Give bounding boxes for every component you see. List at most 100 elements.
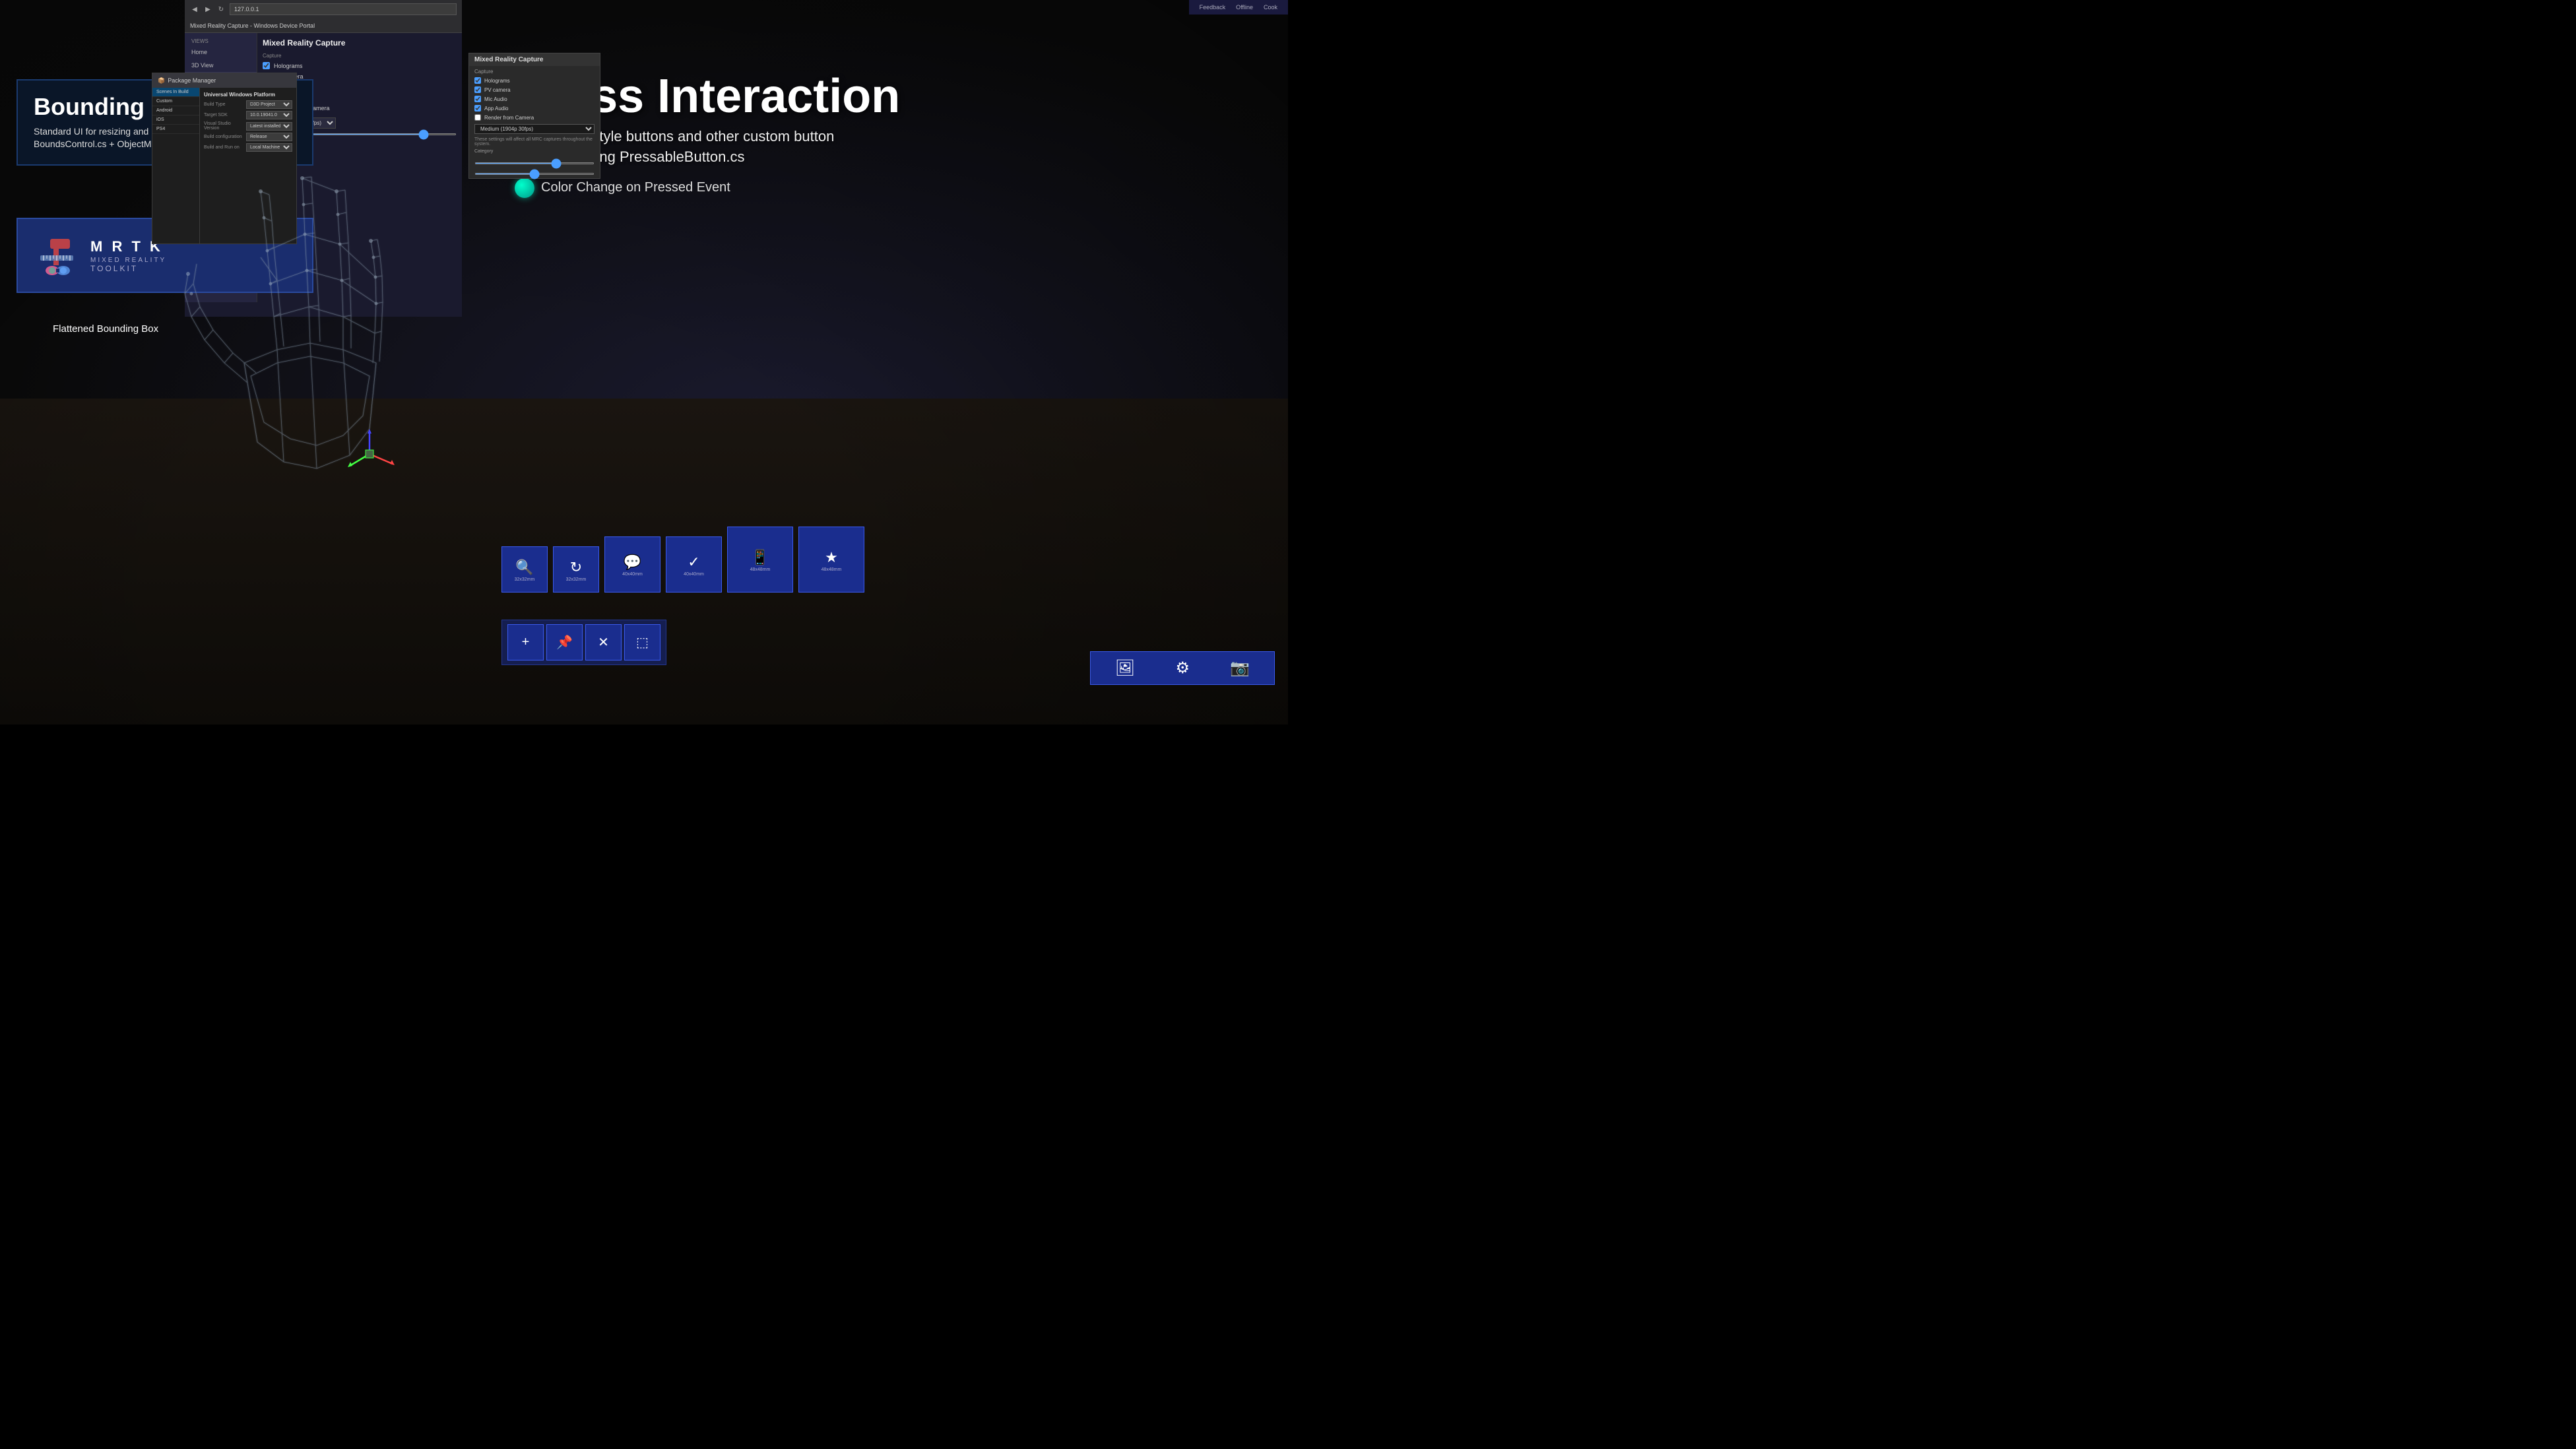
pm-sdk-select[interactable]: 10.0.19041.0 (246, 111, 292, 119)
mrc-pv-row: PV camera (469, 85, 600, 94)
mrc-slider-2 (469, 168, 600, 178)
mrc-slider-1 (469, 157, 600, 168)
holo-btn-star-48[interactable]: ★ 48x48mm (798, 527, 864, 593)
pm-content-area: Scenes In Build Custom Android iOS PS4 U… (152, 88, 296, 243)
btn-48-star-label: 48x48mm (821, 567, 842, 572)
browser-tab[interactable]: Mixed Reality Capture - Windows Device P… (185, 18, 462, 33)
chat-icon: 💬 (624, 554, 641, 571)
dp-hologram-row: Holograms (263, 62, 457, 69)
mrc-floating-panel: Mixed Reality Capture Capture Holograms … (468, 53, 600, 179)
mrc-render-row: Render from Camera (469, 113, 600, 122)
rbp-top-row: 🖼 ⚙ 📷 (1097, 659, 1268, 678)
mrc-app-audio-row: App Audio (469, 104, 600, 113)
holo-btn-phone-48[interactable]: 📱 48x48mm (727, 527, 793, 593)
package-manager-panel: 📦 Package Manager Scenes In Build Custom… (152, 73, 297, 244)
press-interaction-title: Press Interaction (515, 73, 1288, 120)
pm-sdk-row: Target SDK 10.0.19041.0 (204, 111, 292, 119)
mrc-mic-row: Mic Audio (469, 94, 600, 104)
holo-btn-chat-40[interactable]: 💬 40x40mm (604, 536, 660, 593)
pm-sidebar: Scenes In Build Custom Android iOS PS4 (152, 88, 200, 243)
browser-bar: ◀ ▶ ↻ (185, 0, 462, 18)
flattened-bounding-box-label: Flattened Bounding Box (53, 323, 158, 335)
gallery-icon: 🖼 (1115, 659, 1135, 678)
mrc-render-checkbox[interactable] (474, 114, 481, 121)
mrc-hologram-slider[interactable] (474, 173, 595, 175)
dp-hologram-checkbox[interactable] (263, 62, 270, 69)
axes-svg (343, 428, 396, 480)
color-change-label: Color Change on Pressed Event (541, 180, 730, 195)
mrc-panel-title: Mixed Reality Capture (469, 53, 600, 66)
toolbar-window-button[interactable]: ⬚ (624, 624, 660, 660)
pin-icon: 📌 (556, 634, 573, 651)
holo-btn-refresh-32[interactable]: ↻ 32x32mm (553, 546, 599, 593)
mrc-settings-note: These settings will affect all MRC captu… (469, 136, 600, 148)
dp-mrc-title: Mixed Reality Capture (263, 38, 457, 48)
add-icon: + (522, 635, 530, 650)
offline-indicator: Offline (1236, 4, 1253, 11)
pm-ps4-item[interactable]: PS4 (152, 125, 199, 134)
dp-3dview-item[interactable]: 3D View (185, 59, 257, 72)
pm-android-item[interactable]: Android (152, 106, 199, 115)
pm-detail-area: Universal Windows Platform Build Type D3… (200, 88, 296, 243)
holo-button-grid: 🔍 32x32mm ↻ 32x32mm 💬 40x40mm ✓ 40x40mm … (501, 527, 864, 593)
holo-btn-check-40[interactable]: ✓ 40x40mm (666, 536, 722, 593)
mrc-pv-checkbox[interactable] (474, 86, 481, 93)
dp-section-capture: Capture (263, 53, 457, 59)
pm-detail-title: Universal Windows Platform (204, 92, 292, 98)
btn-48-phone-label: 48x48mm (750, 567, 771, 572)
pm-build-config-row: Build configuration Release (204, 133, 292, 141)
mrtk-logo-icon (34, 232, 80, 278)
coordinate-axes (343, 428, 396, 480)
browser-forward-button[interactable]: ▶ (203, 5, 212, 14)
mrtk-full-name-line1: MIXED REALITY (90, 257, 166, 264)
mrc-hologram-row: Holograms (469, 76, 600, 85)
press-interaction-area: Press Interaction HoloLens 2 style butto… (515, 73, 1288, 198)
cook-indicator: Cook (1264, 4, 1277, 11)
camera-icon: 📷 (1230, 659, 1250, 678)
mrc-hologram-checkbox[interactable] (474, 77, 481, 84)
browser-back-button[interactable]: ◀ (190, 5, 199, 14)
pm-title-bar: 📦 Package Manager (152, 73, 296, 88)
mrc-mic-checkbox[interactable] (474, 96, 481, 102)
pm-build-run-row: Build and Run on Local Machine (204, 143, 292, 152)
dp-home-item[interactable]: Home (185, 46, 257, 59)
color-change-row: Color Change on Pressed Event (515, 178, 1288, 198)
holo-btn-search-32[interactable]: 🔍 32x32mm (501, 546, 548, 593)
pm-custom-item[interactable]: Custom (152, 97, 199, 106)
pm-build-config-select[interactable]: Release (246, 133, 292, 141)
btn-40-chat-label: 40x40mm (622, 572, 643, 577)
right-bottom-panel: 🖼 ⚙ 📷 (1090, 651, 1275, 685)
dp-opacity-slider[interactable] (309, 133, 457, 135)
pm-build-type-select[interactable]: D3D Project (246, 100, 292, 109)
pm-build-type-row: Build Type D3D Project (204, 100, 292, 109)
toolbar-pin-button[interactable]: 📌 (546, 624, 583, 660)
btn-32-search-label: 32x32mm (515, 577, 535, 582)
toolbar-add-button[interactable]: + (507, 624, 544, 660)
bottom-toolbar: + 📌 ✕ ⬚ (501, 620, 666, 665)
search-icon: 🔍 (515, 559, 533, 576)
pm-ios-item[interactable]: iOS (152, 115, 199, 125)
mrc-capture-section: Capture (469, 66, 600, 76)
mrc-opacity-slider[interactable] (474, 162, 595, 164)
mrc-resolution-select[interactable]: Medium (1904p 30fps) (474, 124, 595, 134)
mrc-resolution-area: Medium (1904p 30fps) (469, 122, 600, 136)
dp-views-section: Views (185, 36, 257, 46)
pm-build-run-select[interactable]: Local Machine (246, 143, 292, 152)
btn-32-refresh-label: 32x32mm (566, 577, 587, 582)
close-icon: ✕ (598, 634, 609, 651)
tab-label: Mixed Reality Capture - Windows Device P… (190, 22, 315, 29)
feedback-link[interactable]: Feedback (1200, 4, 1226, 11)
header-bar: Feedback Offline Cook (1189, 0, 1288, 15)
pm-vs-version-select[interactable]: Latest installed (246, 122, 292, 131)
refresh-icon: ↻ (570, 559, 582, 576)
btn-40-check-label: 40x40mm (684, 572, 704, 577)
mrc-app-audio-checkbox[interactable] (474, 105, 481, 112)
browser-refresh-button[interactable]: ↻ (216, 5, 226, 14)
teal-ball-icon (515, 178, 534, 198)
mrc-category-label: Category (469, 148, 600, 155)
phone-icon: 📱 (751, 549, 769, 566)
pm-vs-version-row: Visual Studio Version Latest installed (204, 121, 292, 131)
browser-url-input[interactable] (230, 3, 457, 15)
toolbar-close-button[interactable]: ✕ (585, 624, 622, 660)
pm-scenes-in-build-item[interactable]: Scenes In Build (152, 88, 199, 97)
